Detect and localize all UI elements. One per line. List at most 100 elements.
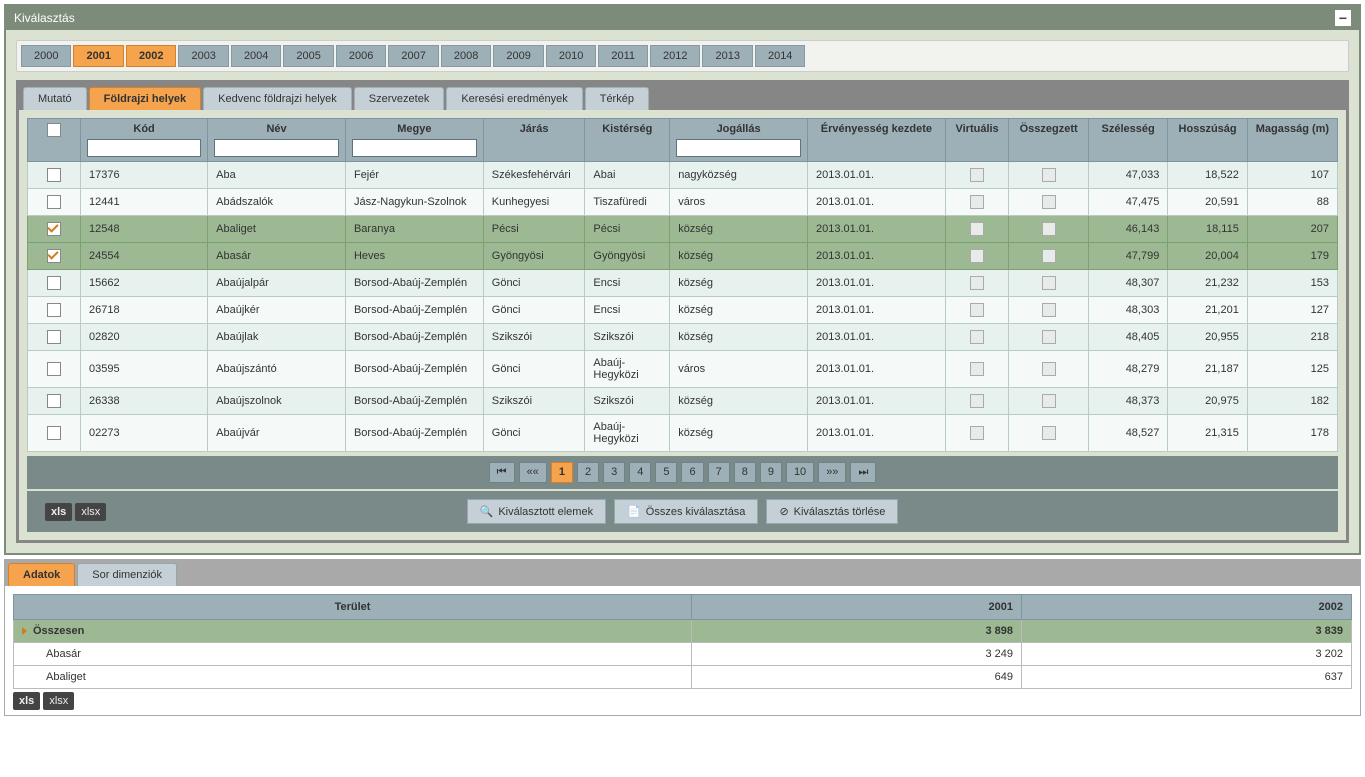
filter-nev[interactable]: [214, 139, 339, 157]
year-tab-2011[interactable]: 2011: [598, 45, 648, 67]
row-checkbox[interactable]: [47, 330, 61, 344]
pager-page-6[interactable]: 6: [681, 462, 703, 483]
virtualis-checkbox: [970, 362, 984, 376]
year-tab-2004[interactable]: 2004: [231, 45, 281, 67]
row-checkbox[interactable]: [47, 303, 61, 317]
col-year2[interactable]: 2002: [1022, 595, 1352, 620]
bottom-tab-sor-dimenziók[interactable]: Sor dimenziók: [77, 563, 177, 586]
table-row[interactable]: 26338AbaújszolnokBorsod-Abaúj-ZemplénSzi…: [28, 388, 1338, 415]
table-row[interactable]: 03595AbaújszántóBorsod-Abaúj-ZemplénGönc…: [28, 351, 1338, 388]
row-y1: 3 249: [692, 643, 1022, 666]
row-checkbox[interactable]: [47, 249, 61, 263]
row-checkbox[interactable]: [47, 426, 61, 440]
year-tab-2005[interactable]: 2005: [283, 45, 333, 67]
data-row[interactable]: Abaliget649637: [14, 666, 1352, 689]
tab-kedvenc-földrajzi-helyek[interactable]: Kedvenc földrajzi helyek: [203, 87, 352, 110]
data-row[interactable]: Abasár3 2493 202: [14, 643, 1352, 666]
pager-page-3[interactable]: 3: [603, 462, 625, 483]
row-checkbox[interactable]: [47, 222, 61, 236]
tab-mutató[interactable]: Mutató: [23, 87, 87, 110]
export-xlsx-button-2[interactable]: xlsx: [43, 692, 74, 710]
col-virtualis[interactable]: Virtuális: [945, 119, 1009, 162]
osszegzett-checkbox: [1042, 426, 1056, 440]
table-row[interactable]: 12548AbaligetBaranyaPécsiPécsiközség2013…: [28, 216, 1338, 243]
cell-kod: 26718: [80, 297, 207, 324]
pager-page-10[interactable]: 10: [786, 462, 814, 483]
pager-page-2[interactable]: 2: [577, 462, 599, 483]
bottom-tab-adatok[interactable]: Adatok: [8, 563, 75, 586]
clear-selection-button[interactable]: ⊘ Kiválasztás törlése: [766, 499, 898, 524]
cell-nev: Abaújvár: [208, 415, 346, 452]
col-year1[interactable]: 2001: [692, 595, 1022, 620]
pager-prev[interactable]: ««: [519, 462, 547, 483]
row-checkbox[interactable]: [47, 362, 61, 376]
col-jogallas[interactable]: Jogállás: [670, 119, 808, 162]
year-tab-2012[interactable]: 2012: [650, 45, 700, 67]
col-szelesseg[interactable]: Szélesség: [1088, 119, 1167, 162]
year-tab-2010[interactable]: 2010: [546, 45, 596, 67]
tab-keresési-eredmények[interactable]: Keresési eredmények: [446, 87, 582, 110]
row-checkbox[interactable]: [47, 168, 61, 182]
col-kisterseg[interactable]: Kistérség: [585, 119, 670, 162]
year-tab-2008[interactable]: 2008: [441, 45, 491, 67]
filter-jogallas[interactable]: [676, 139, 801, 157]
expand-icon[interactable]: [22, 627, 27, 635]
col-nev[interactable]: Név: [208, 119, 346, 162]
selected-items-button[interactable]: 🔍 Kiválasztott elemek: [467, 499, 606, 524]
year-tab-2006[interactable]: 2006: [336, 45, 386, 67]
table-row[interactable]: 02273AbaújvárBorsod-Abaúj-ZemplénGönciAb…: [28, 415, 1338, 452]
cell-jaras: Pécsi: [483, 216, 585, 243]
select-all-checkbox[interactable]: [47, 123, 61, 137]
col-terulet[interactable]: Terület: [14, 595, 692, 620]
col-jaras[interactable]: Járás: [483, 119, 585, 162]
pager-page-5[interactable]: 5: [655, 462, 677, 483]
pager-next[interactable]: »»: [818, 462, 846, 483]
cell-jogallas: város: [670, 351, 808, 388]
select-all-button[interactable]: 📄 Összes kiválasztása: [614, 499, 758, 524]
col-osszegzett[interactable]: Összegzett: [1009, 119, 1088, 162]
pager-page-7[interactable]: 7: [708, 462, 730, 483]
table-row[interactable]: 02820AbaújlakBorsod-Abaúj-ZemplénSzikszó…: [28, 324, 1338, 351]
table-row[interactable]: 24554AbasárHevesGyöngyösiGyöngyösiközség…: [28, 243, 1338, 270]
year-tab-2007[interactable]: 2007: [388, 45, 438, 67]
col-megye[interactable]: Megye: [345, 119, 483, 162]
col-erv[interactable]: Érvényesség kezdete: [807, 119, 945, 162]
export-xls-button[interactable]: xls: [45, 503, 72, 521]
pager-last[interactable]: ⏭: [850, 462, 876, 483]
col-hosszusag[interactable]: Hosszúság: [1168, 119, 1247, 162]
year-tab-2000[interactable]: 2000: [21, 45, 71, 67]
year-tab-2002[interactable]: 2002: [126, 45, 176, 67]
filter-megye[interactable]: [352, 139, 477, 157]
pager-page-1[interactable]: 1: [551, 462, 573, 483]
year-tab-2009[interactable]: 2009: [493, 45, 543, 67]
export-xls-button-2[interactable]: xls: [13, 692, 40, 710]
export-xlsx-button[interactable]: xlsx: [75, 503, 106, 521]
year-tab-2014[interactable]: 2014: [755, 45, 805, 67]
row-checkbox[interactable]: [47, 276, 61, 290]
year-tab-2013[interactable]: 2013: [702, 45, 752, 67]
row-y2: 637: [1022, 666, 1352, 689]
filter-kod[interactable]: [87, 139, 201, 157]
data-panel: AdatokSor dimenziók Terület 2001 2002 Ös…: [4, 559, 1361, 716]
row-checkbox[interactable]: [47, 195, 61, 209]
pager-page-4[interactable]: 4: [629, 462, 651, 483]
table-row[interactable]: 17376AbaFejérSzékesfehérváriAbainagyközs…: [28, 162, 1338, 189]
year-tab-2003[interactable]: 2003: [178, 45, 228, 67]
row-checkbox[interactable]: [47, 394, 61, 408]
pager-page-9[interactable]: 9: [760, 462, 782, 483]
table-row[interactable]: 26718AbaújkérBorsod-Abaúj-ZemplénGönciEn…: [28, 297, 1338, 324]
tab-földrajzi-helyek[interactable]: Földrajzi helyek: [89, 87, 202, 110]
total-row[interactable]: Összesen3 8983 839: [14, 620, 1352, 643]
tab-szervezetek[interactable]: Szervezetek: [354, 87, 445, 110]
year-tab-2001[interactable]: 2001: [73, 45, 123, 67]
pager-page-8[interactable]: 8: [734, 462, 756, 483]
pager-first[interactable]: ⏮: [489, 462, 515, 483]
table-row[interactable]: 15662AbaújalpárBorsod-Abaúj-ZemplénGönci…: [28, 270, 1338, 297]
tab-térkép[interactable]: Térkép: [585, 87, 649, 110]
panel-title: Kiválasztás: [14, 11, 75, 25]
col-kod[interactable]: Kód: [80, 119, 207, 162]
collapse-button[interactable]: −: [1335, 10, 1351, 26]
table-row[interactable]: 12441AbádszalókJász-Nagykun-SzolnokKunhe…: [28, 189, 1338, 216]
cell-hosszusag: 21,187: [1168, 351, 1247, 388]
col-magassag[interactable]: Magasság (m): [1247, 119, 1337, 162]
